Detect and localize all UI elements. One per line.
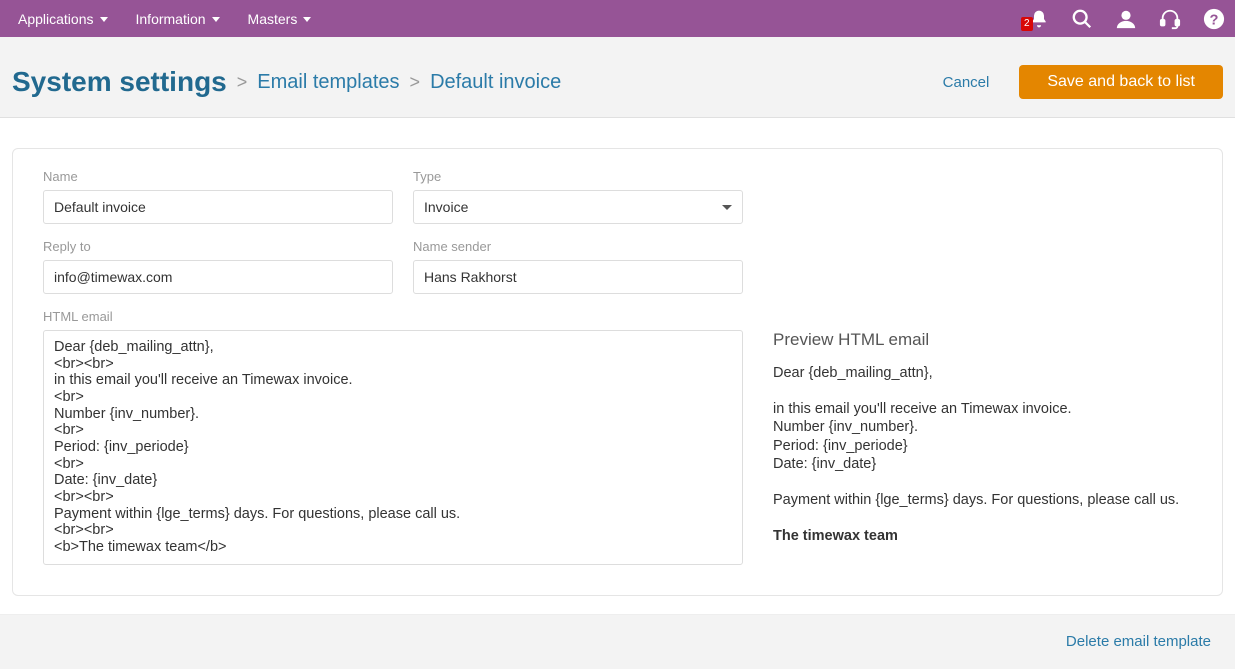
breadcrumb-root[interactable]: System settings [12, 66, 227, 98]
menu-label: Applications [18, 11, 94, 27]
menu-masters[interactable]: Masters [248, 11, 312, 27]
type-select[interactable]: Invoice [413, 190, 743, 224]
preview-body: Dear {deb_mailing_attn},in this email yo… [773, 364, 1192, 545]
svg-text:?: ? [1210, 12, 1219, 28]
headset-icon[interactable] [1159, 8, 1181, 30]
page-footer: Delete email template [0, 614, 1235, 669]
sender-label: Name sender [413, 239, 743, 254]
html-email-label: HTML email [43, 309, 1192, 324]
breadcrumb-separator: > [410, 72, 421, 93]
breadcrumb-level1[interactable]: Email templates [257, 71, 399, 94]
menu-applications[interactable]: Applications [18, 11, 108, 27]
breadcrumb-separator: > [237, 72, 248, 93]
breadcrumb: System settings > Email templates > Defa… [12, 66, 561, 98]
form-panel: Name Type Invoice Reply to Name sender H… [12, 148, 1223, 596]
topbar: Applications Information Masters 2 ? [0, 0, 1235, 37]
page-header: System settings > Email templates > Defa… [0, 37, 1235, 118]
notifications-icon[interactable]: 2 [1029, 9, 1049, 29]
preview-title: Preview HTML email [773, 330, 1192, 350]
user-icon[interactable] [1115, 8, 1137, 30]
cancel-button[interactable]: Cancel [943, 74, 990, 91]
delete-template-link[interactable]: Delete email template [1066, 633, 1211, 650]
header-actions: Cancel Save and back to list [943, 65, 1223, 99]
topbar-icons: 2 ? [1029, 8, 1225, 30]
caret-down-icon [722, 205, 732, 210]
search-icon[interactable] [1071, 8, 1093, 30]
caret-down-icon [303, 17, 311, 22]
name-label: Name [43, 169, 393, 184]
type-select-value: Invoice [424, 199, 468, 215]
help-icon[interactable]: ? [1203, 8, 1225, 30]
caret-down-icon [212, 17, 220, 22]
breadcrumb-level2[interactable]: Default invoice [430, 71, 561, 94]
menu-label: Masters [248, 11, 298, 27]
save-button[interactable]: Save and back to list [1019, 65, 1223, 99]
menu-information[interactable]: Information [136, 11, 220, 27]
sender-input[interactable] [413, 260, 743, 294]
html-email-editor[interactable]: Dear {deb_mailing_attn}, <br><br> in thi… [43, 330, 743, 565]
topbar-menu-group: Applications Information Masters [18, 11, 311, 27]
caret-down-icon [100, 17, 108, 22]
reply-to-input[interactable] [43, 260, 393, 294]
type-label: Type [413, 169, 743, 184]
notification-badge: 2 [1021, 17, 1033, 31]
name-input[interactable] [43, 190, 393, 224]
reply-to-label: Reply to [43, 239, 393, 254]
menu-label: Information [136, 11, 206, 27]
